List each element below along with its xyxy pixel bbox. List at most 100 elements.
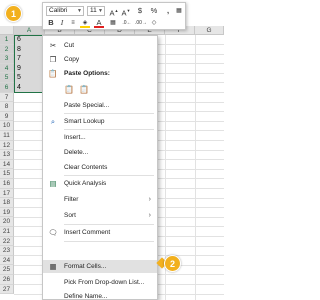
eraser-icon[interactable]: ◇ xyxy=(149,18,159,28)
paste-option-buttons: 📋 📋 xyxy=(43,82,157,98)
row-header[interactable]: 6 xyxy=(0,83,14,93)
row-header[interactable]: 24 xyxy=(0,255,14,266)
menu-item-label: Paste Special... xyxy=(64,102,110,109)
paste-values-icon[interactable]: 📋 xyxy=(79,85,89,94)
font-size: 11 xyxy=(90,7,97,14)
menu-item-quick-analysis[interactable]: ▤ Quick Analysis xyxy=(43,177,157,190)
step-badge-1: 1 xyxy=(5,5,22,22)
row-header[interactable]: 2 xyxy=(0,44,14,55)
menu-item-label: Smart Lookup xyxy=(64,118,105,125)
row-header[interactable]: 19 xyxy=(0,207,14,218)
row-header[interactable]: 17 xyxy=(0,188,14,199)
cell-a3[interactable]: 7 xyxy=(17,54,21,64)
cell-a6[interactable]: 4 xyxy=(17,83,21,93)
menu-item-smart-lookup[interactable]: ⌕ Smart Lookup xyxy=(43,115,157,128)
row-header[interactable]: 1 xyxy=(0,35,14,45)
comma-button[interactable]: , xyxy=(163,6,173,16)
row-header[interactable]: 27 xyxy=(0,284,14,295)
menu-item-insert-comment[interactable]: 🗨 Insert Comment xyxy=(43,226,157,239)
menu-item-label: Paste Options: xyxy=(64,70,110,77)
menu-item-label: Pick From Drop-down List... xyxy=(64,279,145,286)
font-color-icon[interactable]: A xyxy=(94,18,104,28)
decrease-font-icon[interactable]: A▼ xyxy=(121,6,131,18)
font-name: Calibri xyxy=(49,7,68,14)
row-header[interactable]: 11 xyxy=(0,131,14,141)
percent-button[interactable]: % xyxy=(149,6,159,16)
menu-item-paste-options: 📋 Paste Options: xyxy=(43,67,157,80)
chevron-down-icon: ▼ xyxy=(77,8,82,14)
clipboard-icon: 📋 xyxy=(48,69,58,78)
italic-button[interactable]: I xyxy=(57,18,67,28)
select-all-corner[interactable] xyxy=(0,26,14,35)
row-header[interactable]: 8 xyxy=(0,102,14,112)
row-header[interactable]: 12 xyxy=(0,140,14,151)
menu-item-label: Filter xyxy=(64,196,79,203)
menu-item-label: Insert Comment xyxy=(64,229,111,236)
menu-item-cut[interactable]: ✂ Cut xyxy=(43,39,157,52)
chevron-down-icon: ▼ xyxy=(98,8,103,14)
row-header[interactable]: 10 xyxy=(0,121,14,131)
row-header[interactable]: 26 xyxy=(0,275,14,285)
row-header[interactable]: 13 xyxy=(0,150,14,160)
font-size-box[interactable]: 11 ▼ xyxy=(87,6,105,16)
step-badge-2: 2 xyxy=(164,255,181,272)
menu-item-copy[interactable]: ❐ Copy xyxy=(43,53,157,66)
menu-item-paste-special[interactable]: Paste Special... xyxy=(43,99,157,112)
row-header[interactable]: 18 xyxy=(0,198,14,208)
increase-font-icon[interactable]: A▲ xyxy=(109,6,119,18)
menu-item-label: Delete... xyxy=(64,149,89,156)
row-header[interactable]: 22 xyxy=(0,236,14,247)
borders-icon[interactable]: ▦ xyxy=(108,18,118,28)
format-cells-icon: ▦ xyxy=(49,262,57,271)
menu-item-delete[interactable]: Delete... xyxy=(43,146,157,159)
menu-item-label: Cut xyxy=(64,42,75,49)
scissors-icon: ✂ xyxy=(49,41,57,50)
menu-item-define-name[interactable]: Define Name... xyxy=(43,290,157,300)
row-header[interactable]: 21 xyxy=(0,227,14,237)
row-header[interactable]: 3 xyxy=(0,54,14,64)
mini-toolbar: Calibri ▼ 11 ▼ A▲ A▼ $ % , ▦ B I ≡ ◈ A ▦ .… xyxy=(42,2,186,30)
context-menu: ✂ Cut ❐ Copy 📋 Paste Options: 📋 📋 Paste … xyxy=(42,35,158,300)
paste-icon[interactable]: 📋 xyxy=(64,85,74,94)
row-header[interactable]: 25 xyxy=(0,265,14,275)
cell-a5[interactable]: 5 xyxy=(17,73,21,83)
format-painter-icon[interactable]: ▦ xyxy=(174,6,184,16)
column-header-a[interactable]: A xyxy=(14,26,45,35)
cell-a2[interactable]: 8 xyxy=(17,45,21,55)
menu-item-filter[interactable]: Filter › xyxy=(43,193,157,206)
menu-item-insert[interactable]: Insert... xyxy=(43,131,157,144)
copy-icon: ❐ xyxy=(49,55,57,64)
fill-color-icon[interactable]: ◈ xyxy=(80,18,90,28)
decrease-decimal-icon[interactable]: .00→ xyxy=(135,18,147,28)
search-icon: ⌕ xyxy=(50,117,56,126)
cell-a1[interactable]: 6 xyxy=(17,35,21,45)
chevron-right-icon: › xyxy=(148,196,151,203)
menu-item-label: Sort xyxy=(64,212,76,219)
menu-item-format-cells[interactable]: ▦ Format Cells... xyxy=(43,260,157,273)
row-header[interactable]: 9 xyxy=(0,111,14,122)
cell-a4[interactable]: 9 xyxy=(17,64,21,74)
row-header[interactable]: 14 xyxy=(0,159,14,170)
column-header-g[interactable]: G xyxy=(195,26,224,35)
currency-button[interactable]: $ xyxy=(135,6,145,16)
row-header[interactable]: 16 xyxy=(0,179,14,189)
row-header[interactable]: 7 xyxy=(0,92,14,103)
row-header[interactable]: 20 xyxy=(0,217,14,227)
menu-item-label: Format Cells... xyxy=(64,263,107,270)
menu-item-clear-contents[interactable]: Clear Contents xyxy=(43,161,157,174)
row-header[interactable]: 5 xyxy=(0,73,14,83)
menu-item-label: Clear Contents xyxy=(64,164,108,171)
menu-item-label: Insert... xyxy=(64,134,86,141)
menu-item-label: Quick Analysis xyxy=(64,180,107,187)
align-center-icon[interactable]: ≡ xyxy=(68,18,78,28)
row-header[interactable]: 23 xyxy=(0,246,14,256)
comment-icon: 🗨 xyxy=(48,228,58,237)
menu-item-label: Define Name... xyxy=(64,293,108,300)
increase-decimal-icon[interactable]: .0← xyxy=(122,18,132,28)
row-header[interactable]: 15 xyxy=(0,169,14,179)
row-header[interactable]: 4 xyxy=(0,63,14,74)
menu-item-pick-from-dropdown[interactable]: Pick From Drop-down List... xyxy=(43,276,157,289)
bold-button[interactable]: B xyxy=(46,18,56,28)
font-name-box[interactable]: Calibri ▼ xyxy=(46,6,84,16)
menu-item-sort[interactable]: Sort › xyxy=(43,209,157,222)
